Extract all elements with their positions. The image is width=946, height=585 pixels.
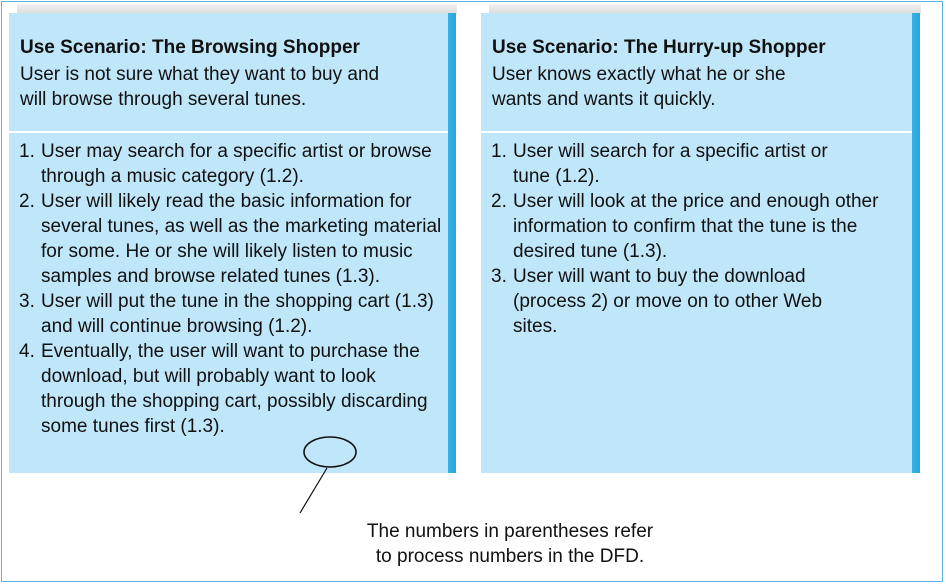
callout-line <box>299 467 328 514</box>
annotation-overlay <box>299 436 357 514</box>
note-line-1: The numbers in parentheses refer <box>366 521 654 542</box>
highlight-circle <box>303 436 357 468</box>
note-line-2: to process numbers in the DFD. <box>375 546 645 567</box>
annotation-note: The numbers in parentheses refer to proc… <box>310 519 710 569</box>
